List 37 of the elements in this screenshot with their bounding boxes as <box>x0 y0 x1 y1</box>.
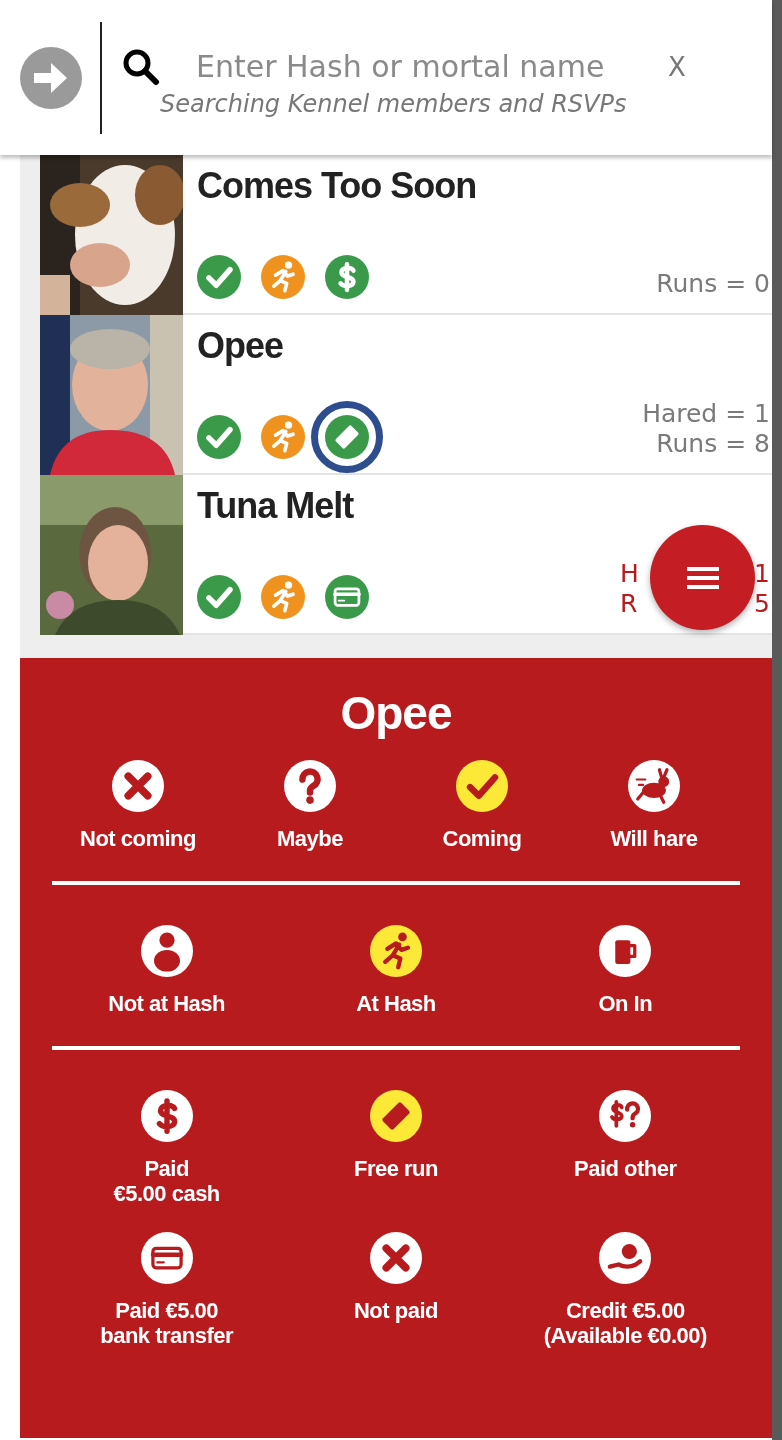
search-hint: Searching Kennel members and RSVPs <box>160 89 628 118</box>
run-stat: Runs = 0 <box>656 269 770 299</box>
menu-icon <box>686 566 719 589</box>
run-stat: R <box>620 589 638 619</box>
rsvp-option[interactable]: Coming <box>396 760 568 851</box>
dollar-icon <box>325 255 369 299</box>
rsvp-option[interactable]: At Hash <box>281 925 511 1016</box>
check-icon <box>197 575 241 619</box>
member-name: Comes Too Soon <box>197 165 478 207</box>
rsvp-option[interactable]: Will hare <box>568 760 740 851</box>
run-stat: Hared = 1 <box>642 399 770 429</box>
rsvp-option[interactable]: Paid other <box>510 1090 740 1206</box>
rsvp-option[interactable]: On In <box>510 925 740 1016</box>
check-icon <box>197 415 241 459</box>
member-name: Opee <box>197 325 285 367</box>
check-icon <box>197 255 241 299</box>
rsvp-option[interactable]: Paid €5.00 bank transfer <box>52 1232 282 1348</box>
ticket-icon <box>325 415 369 459</box>
runner-icon <box>261 575 305 619</box>
runner-icon <box>261 255 305 299</box>
rsvp-option[interactable]: Maybe <box>224 760 396 851</box>
rsvp-option[interactable]: Not coming <box>52 760 224 851</box>
run-stat: 1 <box>754 559 770 589</box>
run-stat: Runs = 8 <box>656 429 770 459</box>
search-icon <box>122 47 160 86</box>
rsvp-option[interactable]: Not at Hash <box>52 925 282 1016</box>
rsvp-option[interactable]: Credit €5.00 (Available €0.00) <box>510 1232 740 1348</box>
run-stat: 5 <box>754 589 770 619</box>
clear-button[interactable]: X <box>668 51 686 82</box>
rsvp-option[interactable]: Paid €5.00 cash <box>52 1090 282 1206</box>
rsvp-option[interactable]: Free run <box>281 1090 511 1206</box>
runner-icon <box>261 415 305 459</box>
rsvp-option[interactable]: Not paid <box>281 1232 511 1348</box>
card-icon <box>325 575 369 619</box>
panel-title: Opee <box>339 686 453 740</box>
run-stat: H <box>620 559 639 589</box>
member-name: Tuna Melt <box>197 485 355 527</box>
